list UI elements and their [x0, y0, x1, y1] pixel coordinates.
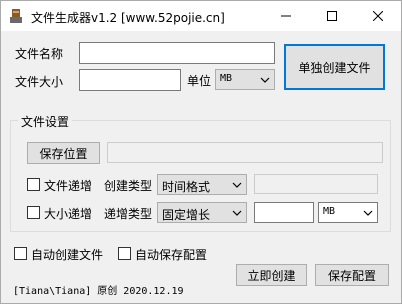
create-single-file-button[interactable]: 单独创建文件	[284, 44, 385, 90]
chevron-down-icon	[260, 77, 270, 83]
increment-file-checkbox[interactable]	[27, 178, 40, 191]
increment-type-select-value: 固定增长	[162, 208, 211, 222]
title-bar: 文件生成器v1.2 [www.52pojie.cn]	[1, 1, 401, 31]
chevron-down-icon	[232, 210, 242, 216]
increment-size-checkbox[interactable]	[27, 206, 40, 219]
chevron-down-icon	[232, 182, 242, 188]
create-type-extra-input	[254, 174, 378, 194]
unit-select-value: MB	[220, 73, 233, 84]
increment-unit-select-value: MB	[323, 206, 336, 217]
create-now-button[interactable]: 立即创建	[236, 264, 307, 286]
unit-select[interactable]: MB	[215, 69, 275, 90]
auto-save-checkbox[interactable]	[118, 247, 131, 260]
minimize-icon	[281, 15, 291, 17]
increment-type-select[interactable]: 固定增长	[157, 202, 247, 223]
file-size-label: 文件大小	[15, 75, 64, 89]
save-location-path	[107, 142, 383, 163]
file-name-label: 文件名称	[15, 47, 64, 61]
save-location-button[interactable]: 保存位置	[27, 142, 100, 164]
auto-create-checkbox[interactable]	[14, 247, 27, 260]
increment-size-input[interactable]	[254, 202, 314, 223]
close-icon	[373, 11, 383, 21]
window-title: 文件生成器v1.2 [www.52pojie.cn]	[31, 11, 225, 25]
auto-create-label: 自动创建文件	[31, 248, 104, 262]
credit-text: [Tiana\Tiana] 原创 2020.12.19	[13, 286, 184, 297]
create-type-select-value: 时间格式	[162, 180, 211, 194]
save-config-button[interactable]: 保存配置	[315, 264, 389, 286]
chevron-down-icon	[363, 210, 373, 216]
file-size-input[interactable]	[79, 69, 181, 91]
increment-type-label: 递增类型	[104, 207, 153, 221]
create-type-label: 创建类型	[104, 179, 153, 193]
app-icon	[10, 9, 22, 23]
maximize-button[interactable]	[309, 1, 355, 31]
increment-size-label: 大小递增	[44, 207, 93, 221]
increment-file-label: 文件递增	[44, 179, 93, 193]
close-button[interactable]	[355, 1, 401, 31]
file-settings-title: 文件设置	[18, 113, 73, 130]
increment-unit-select[interactable]: MB	[318, 202, 378, 223]
app-window: 文件生成器v1.2 [www.52pojie.cn] 文件名称 文件大小 单位 …	[0, 0, 402, 304]
create-type-select[interactable]: 时间格式	[157, 174, 247, 195]
minimize-button[interactable]	[263, 1, 309, 31]
auto-save-label: 自动保存配置	[135, 248, 208, 262]
file-name-input[interactable]	[79, 42, 275, 64]
unit-label: 单位	[187, 74, 212, 88]
maximize-icon	[327, 11, 337, 21]
